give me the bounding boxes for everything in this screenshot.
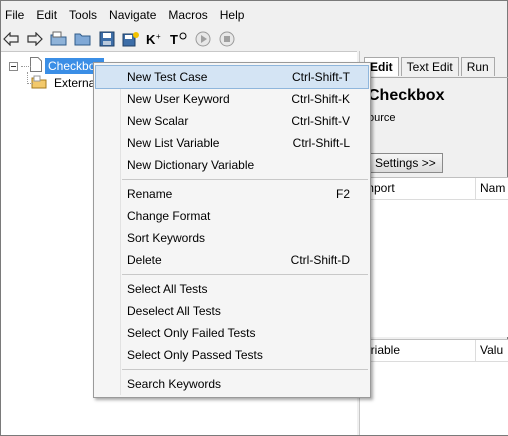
menu-item-select-only-passed-tests[interactable]: Select Only Passed Tests	[94, 344, 370, 366]
editor-tabs: Edit Text Edit Run	[364, 57, 497, 77]
menu-item-change-format[interactable]: Change Format	[94, 205, 370, 227]
save-all-icon[interactable]	[121, 29, 141, 49]
svg-text:T: T	[170, 32, 178, 47]
menubar: File Edit Tools Navigate Macros Help	[1, 5, 507, 25]
import-column-header: mport	[360, 178, 476, 199]
menu-item-new-user-keyword[interactable]: New User Keyword Ctrl-Shift-K	[94, 88, 370, 110]
settings-button[interactable]: Settings >>	[368, 153, 443, 173]
menu-item-label: Sort Keywords	[127, 231, 206, 245]
back-arrow-icon[interactable]	[1, 29, 21, 49]
tab-run[interactable]: Run	[460, 57, 495, 76]
svg-text:K: K	[146, 32, 156, 47]
menu-item-label: New Scalar	[127, 114, 189, 128]
menu-item-new-scalar[interactable]: New Scalar Ctrl-Shift-V	[94, 110, 370, 132]
menu-item-shortcut: Ctrl-Shift-T	[292, 70, 350, 84]
menu-help[interactable]: Help	[216, 5, 253, 25]
svg-text:+: +	[156, 32, 161, 41]
folder-icon	[31, 75, 47, 92]
test-search-icon[interactable]: T	[169, 29, 189, 49]
file-icon	[30, 57, 42, 75]
toolbar: K + T	[1, 27, 507, 51]
menu-item-shortcut: Ctrl-Shift-L	[292, 136, 350, 150]
tree-connector	[21, 66, 31, 67]
keyword-search-icon[interactable]: K +	[145, 29, 165, 49]
menu-item-shortcut: Ctrl-Shift-V	[291, 114, 350, 128]
menu-item-shortcut: Ctrl-Shift-D	[290, 253, 350, 267]
tab-text-edit[interactable]: Text Edit	[400, 57, 459, 76]
menu-item-deselect-all-tests[interactable]: Deselect All Tests	[94, 300, 370, 322]
source-label: ource	[368, 112, 396, 124]
menu-item-label: New User Keyword	[127, 92, 230, 106]
menu-item-label: Deselect All Tests	[127, 304, 221, 318]
run-icon[interactable]	[193, 29, 213, 49]
menu-item-rename[interactable]: Rename F2	[94, 183, 370, 205]
menu-item-search-keywords[interactable]: Search Keywords	[94, 373, 370, 395]
menu-item-label: Select Only Passed Tests	[127, 348, 263, 362]
collapse-toggle-icon[interactable]	[9, 61, 18, 71]
import-table: mport Nam	[360, 177, 508, 337]
menu-tools[interactable]: Tools	[65, 5, 105, 25]
editor-panel: Edit Text Edit Run Checkbox ource Settin…	[359, 51, 508, 435]
menu-macros[interactable]: Macros	[164, 5, 215, 25]
menu-separator	[122, 179, 368, 180]
menu-edit[interactable]: Edit	[32, 5, 65, 25]
menu-item-label: Rename	[127, 187, 173, 201]
value-column-header: Valu	[480, 343, 504, 357]
forward-arrow-icon[interactable]	[25, 29, 45, 49]
tree-connector	[27, 83, 33, 84]
import-table-header: mport Nam	[360, 178, 508, 200]
menu-item-new-list-variable[interactable]: New List Variable Ctrl-Shift-L	[94, 132, 370, 154]
suite-title: Checkbox	[368, 87, 445, 104]
menu-separator	[122, 369, 368, 370]
menu-item-select-only-failed-tests[interactable]: Select Only Failed Tests	[94, 322, 370, 344]
menu-item-label: Select Only Failed Tests	[127, 326, 256, 340]
variable-column-header: ariable	[360, 340, 476, 361]
tree-row-external[interactable]: External	[27, 74, 101, 92]
menu-item-sort-keywords[interactable]: Sort Keywords	[94, 227, 370, 249]
menu-navigate[interactable]: Navigate	[105, 5, 164, 25]
menu-item-new-dictionary-variable[interactable]: New Dictionary Variable	[94, 154, 370, 176]
menu-item-label: Search Keywords	[127, 377, 222, 391]
tree-row-root[interactable]: Checkbox	[9, 57, 106, 75]
menu-item-shortcut: Ctrl-Shift-K	[291, 92, 350, 106]
app-window: File Edit Tools Navigate Macros Help K + …	[0, 0, 508, 436]
menu-item-select-all-tests[interactable]: Select All Tests	[94, 278, 370, 300]
menu-item-new-test-case[interactable]: New Test Case Ctrl-Shift-T	[95, 65, 369, 89]
menu-separator	[122, 274, 368, 275]
save-icon[interactable]	[97, 29, 117, 49]
menu-file[interactable]: File	[1, 5, 32, 25]
menu-item-label: Change Format	[127, 209, 211, 223]
stop-icon[interactable]	[217, 29, 237, 49]
menu-item-shortcut: F2	[335, 187, 350, 201]
context-menu: New Test Case Ctrl-Shift-T New User Keyw…	[93, 62, 371, 398]
name-column-header: Nam	[480, 181, 506, 195]
menu-item-label: New Test Case	[127, 70, 208, 84]
variable-table-header: ariable Valu	[360, 340, 508, 362]
open-directory-icon[interactable]	[73, 29, 93, 49]
menu-item-label: New Dictionary Variable	[127, 158, 255, 172]
variable-table: ariable Valu	[360, 339, 508, 435]
menu-item-label: Select All Tests	[127, 282, 208, 296]
open-folder-icon[interactable]	[49, 29, 69, 49]
menu-item-delete[interactable]: Delete Ctrl-Shift-D	[94, 249, 370, 271]
menu-item-label: New List Variable	[127, 136, 220, 150]
menu-item-label: Delete	[127, 253, 162, 267]
tab-divider	[360, 77, 508, 78]
